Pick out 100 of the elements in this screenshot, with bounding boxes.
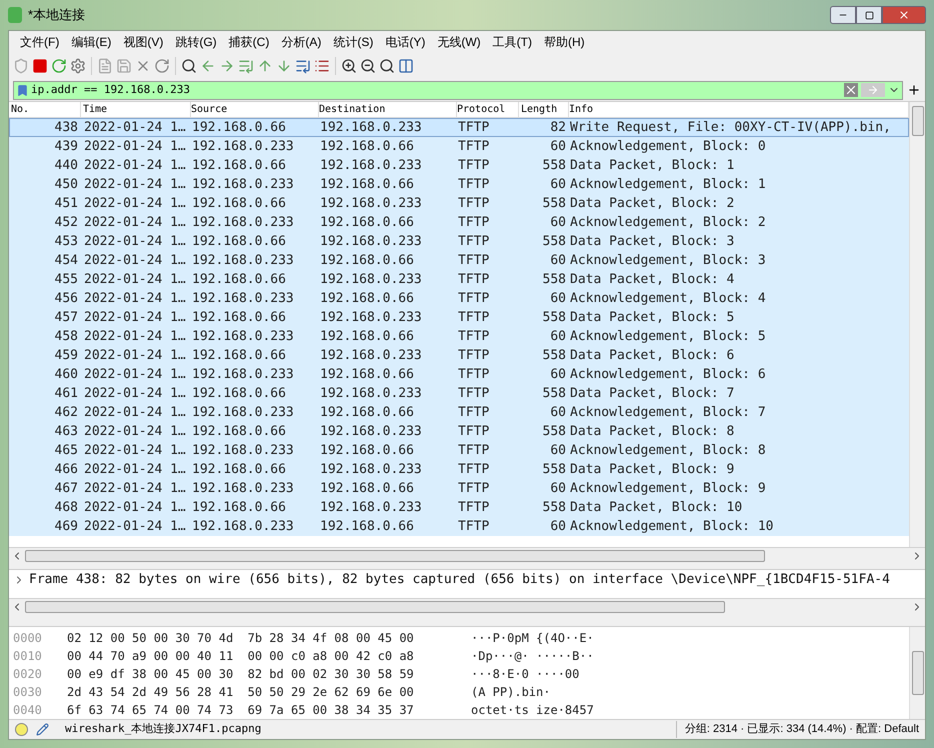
menu-item[interactable]: 电话(Y) xyxy=(380,33,430,51)
horizontal-scrollbar[interactable] xyxy=(9,598,925,614)
resize-columns-icon[interactable] xyxy=(398,58,414,74)
packet-row[interactable]: 454 2022-01-24 1… 192.168.0.233 192.168.0.66 TFTP 60 Acknowledgement, Block: 3 xyxy=(9,251,909,270)
table-cell-text: 2022-01-24 1… xyxy=(83,118,187,137)
packet-row[interactable]: 467 2022-01-24 1… 192.168.0.233 192.168.0.66 TFTP 60 Acknowledgement, Block: 9 xyxy=(9,479,909,498)
table-cell-text: Acknowledgement, Block: 0 xyxy=(570,138,767,156)
maximize-button[interactable] xyxy=(856,6,882,24)
byte-offset: 0010 xyxy=(12,648,43,665)
table-cell-text: 192.168.0.233 xyxy=(320,422,423,441)
zoom-out-icon[interactable] xyxy=(360,58,376,74)
table-cell-text: 2022-01-24 1… xyxy=(83,442,187,460)
table-cell-text: 2022-01-24 1… xyxy=(83,290,187,308)
table-cell-text: 438 xyxy=(54,118,79,137)
packet-row[interactable]: 440 2022-01-24 1… 192.168.0.66 192.168.0.233 TFTP 558 Data Packet, Block: 1 xyxy=(9,156,909,175)
packet-row[interactable]: 450 2022-01-24 1… 192.168.0.233 192.168.0.66 TFTP 60 Acknowledgement, Block: 1 xyxy=(9,175,909,194)
menu-item[interactable]: 视图(V) xyxy=(118,33,168,51)
last-packet-icon[interactable] xyxy=(276,58,292,74)
packet-row[interactable]: 455 2022-01-24 1… 192.168.0.66 192.168.0.233 TFTP 558 Data Packet, Block: 4 xyxy=(9,270,909,289)
table-cell-text: 192.168.0.66 xyxy=(320,252,415,270)
packet-row[interactable]: 456 2022-01-24 1… 192.168.0.233 192.168.0.66 TFTP 60 Acknowledgement, Block: 4 xyxy=(9,289,909,308)
table-cell-text: 2022-01-24 1… xyxy=(83,232,187,251)
close-button[interactable] xyxy=(882,6,926,24)
packet-row[interactable]: 451 2022-01-24 1… 192.168.0.66 192.168.0.233 TFTP 558 Data Packet, Block: 2 xyxy=(9,194,909,213)
column-header[interactable]: Destination xyxy=(319,102,457,117)
menu-item[interactable]: 无线(W) xyxy=(432,33,486,51)
menu-item[interactable]: 捕获(C) xyxy=(224,33,274,51)
packet-row[interactable]: 460 2022-01-24 1… 192.168.0.233 192.168.0.66 TFTP 60 Acknowledgement, Block: 6 xyxy=(9,365,909,384)
stop-icon[interactable] xyxy=(32,58,48,74)
packet-row[interactable]: 461 2022-01-24 1… 192.168.0.66 192.168.0.233 TFTP 558 Data Packet, Block: 7 xyxy=(9,384,909,403)
table-cell-text: Acknowledgement, Block: 6 xyxy=(570,366,767,384)
packet-row[interactable]: 439 2022-01-24 1… 192.168.0.233 192.168.0.66 TFTP 60 Acknowledgement, Block: 0 xyxy=(9,137,909,156)
table-cell-text: Data Packet, Block: 4 xyxy=(570,270,736,289)
table-cell-text: TFTP xyxy=(458,232,490,251)
packet-row[interactable]: 468 2022-01-24 1… 192.168.0.66 192.168.0.233 TFTP 558 Data Packet, Block: 10 xyxy=(9,498,909,517)
table-cell-text: TFTP xyxy=(458,308,490,327)
table-cell-text: 60 xyxy=(549,366,567,384)
vertical-scrollbar[interactable] xyxy=(909,102,925,547)
table-cell-text: 2022-01-24 1… xyxy=(83,384,187,403)
ascii-bytes: ·Dp···@· ·····B·· xyxy=(471,648,594,665)
filter-field[interactable]: ip.addr == 192.168.0.233 xyxy=(13,80,903,100)
settings-icon[interactable] xyxy=(70,58,86,74)
menu-item[interactable]: 统计(S) xyxy=(328,33,378,51)
table-cell-text: TFTP xyxy=(458,346,490,365)
packet-row[interactable]: 452 2022-01-24 1… 192.168.0.233 192.168.0.66 TFTP 60 Acknowledgement, Block: 2 xyxy=(9,213,909,232)
packet-row[interactable]: 469 2022-01-24 1… 192.168.0.233 192.168.0.66 TFTP 60 Acknowledgement, Block: 10 xyxy=(9,517,909,536)
packet-row[interactable]: 463 2022-01-24 1… 192.168.0.66 192.168.0.233 TFTP 558 Data Packet, Block: 8 xyxy=(9,422,909,441)
packet-row[interactable]: 466 2022-01-24 1… 192.168.0.66 192.168.0.233 TFTP 558 Data Packet, Block: 9 xyxy=(9,460,909,479)
menu-item[interactable]: 跳转(G) xyxy=(170,33,222,51)
menu-item[interactable]: 帮助(H) xyxy=(538,33,590,51)
table-cell-text: 455 xyxy=(54,270,79,289)
table-cell-text: 60 xyxy=(549,176,567,194)
table-cell-text: 2022-01-24 1… xyxy=(83,194,187,213)
save-icon[interactable] xyxy=(116,58,132,74)
table-cell-text: 192.168.0.66 xyxy=(192,308,287,327)
column-header[interactable]: No. xyxy=(9,102,81,117)
table-cell-text: 192.168.0.66 xyxy=(192,422,287,441)
forward-icon[interactable] xyxy=(219,58,235,74)
normal-size-icon[interactable] xyxy=(379,58,395,74)
packet-row[interactable]: 457 2022-01-24 1… 192.168.0.66 192.168.0.233 TFTP 558 Data Packet, Block: 5 xyxy=(9,308,909,327)
menu-item[interactable]: 编辑(E) xyxy=(66,33,116,51)
status-indicator-icon[interactable] xyxy=(15,723,28,736)
minimize-button[interactable] xyxy=(830,6,856,24)
bookmark-icon[interactable] xyxy=(16,84,29,96)
search-icon[interactable] xyxy=(181,58,197,74)
detail-line[interactable]: Frame 438: 82 bytes on wire (656 bits), 82 bytes captured (656 bits) on interface \Device\NPF_{1BCD4F15-51FA-4 xyxy=(29,570,890,590)
column-header[interactable]: Protocol xyxy=(457,102,519,117)
horizontal-scrollbar[interactable] xyxy=(9,547,925,563)
column-header[interactable]: Source xyxy=(191,102,319,117)
first-packet-icon[interactable] xyxy=(257,58,273,74)
packet-row[interactable]: 453 2022-01-24 1… 192.168.0.66 192.168.0.233 TFTP 558 Data Packet, Block: 3 xyxy=(9,232,909,251)
table-cell-text: 192.168.0.233 xyxy=(320,308,423,327)
restart-icon[interactable] xyxy=(51,58,67,74)
table-cell-text: 439 xyxy=(54,138,79,156)
packet-row[interactable]: 462 2022-01-24 1… 192.168.0.233 192.168.0.66 TFTP 60 Acknowledgement, Block: 7 xyxy=(9,403,909,422)
table-cell-text: TFTP xyxy=(458,328,490,346)
table-cell-text: 558 xyxy=(542,384,567,403)
packet-row[interactable]: 459 2022-01-24 1… 192.168.0.66 192.168.0.233 TFTP 558 Data Packet, Block: 6 xyxy=(9,346,909,365)
table-cell-text: 458 xyxy=(54,328,79,346)
hex-bytes: 00 44 70 a9 00 00 40 11 00 00 c0 a8 00 42 c0 a8 xyxy=(67,648,415,665)
packet-row[interactable]: 458 2022-01-24 1… 192.168.0.233 192.168.0.66 TFTP 60 Acknowledgement, Block: 5 xyxy=(9,327,909,346)
menu-item[interactable]: 文件(F) xyxy=(15,33,64,51)
vertical-scrollbar[interactable] xyxy=(909,627,925,719)
clear-icon[interactable] xyxy=(844,83,858,97)
table-cell-text: 440 xyxy=(54,156,79,175)
open-file-icon[interactable] xyxy=(97,58,113,74)
add-icon[interactable] xyxy=(907,83,921,97)
edit-comment-icon[interactable] xyxy=(36,723,49,736)
byte-offset: 0000 xyxy=(12,630,43,647)
menu-item[interactable]: 工具(T) xyxy=(488,33,537,51)
table-cell-text: Acknowledgement, Block: 10 xyxy=(570,518,774,536)
column-header[interactable]: Time xyxy=(81,102,191,117)
table-cell-text: 558 xyxy=(542,346,567,365)
reload-icon[interactable] xyxy=(154,58,170,74)
packet-row[interactable]: 465 2022-01-24 1… 192.168.0.233 192.168.0.66 TFTP 60 Acknowledgement, Block: 8 xyxy=(9,441,909,460)
packet-row[interactable]: 438 2022-01-24 1… 192.168.0.66 192.168.0.233 TFTP 82 Write Request, File: 00XY-CT-IV(APP).bin, xyxy=(9,118,909,137)
column-header[interactable]: Length xyxy=(519,102,569,117)
menu-item[interactable]: 分析(A) xyxy=(276,33,326,51)
table-cell-text: 60 xyxy=(549,404,567,422)
zoom-in-icon[interactable] xyxy=(341,58,357,74)
